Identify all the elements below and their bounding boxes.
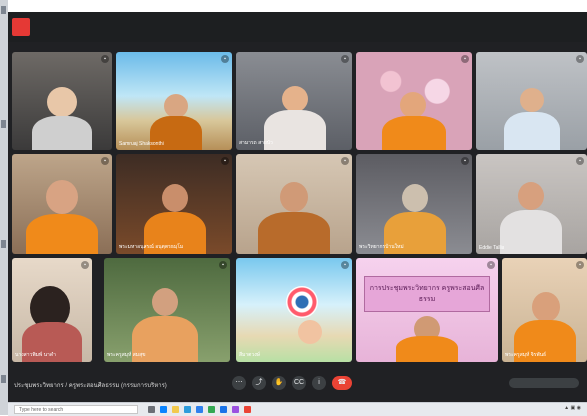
edge-icon[interactable]: [160, 406, 167, 413]
participant-body: [382, 116, 446, 150]
hand-icon[interactable]: ✋: [272, 376, 286, 390]
end-call-icon[interactable]: ☎: [332, 376, 352, 390]
participant-body: [258, 212, 330, 254]
app-icon[interactable]: [12, 18, 30, 36]
participant-head: [164, 94, 188, 118]
participant-name: พระครูสมุห์ จิรพันธ์: [505, 352, 547, 358]
system-tray: ▲ ▣ ◉: [564, 405, 581, 411]
mic-icon: ▪: [101, 157, 109, 165]
mic-icon: ▪: [576, 157, 584, 165]
participant-head: [518, 182, 544, 210]
task-view-icon[interactable]: [148, 406, 155, 413]
mic-icon: ▪: [576, 261, 584, 269]
screenshot-frame: ▪ Samruaj Shaksonthi ▪ สามารถ สายบัว ▪ ▪: [0, 0, 587, 416]
app-icon[interactable]: [244, 406, 251, 413]
participant-name: พระมหาอนุสรณ์ อนุตฺตรธมฺโม: [119, 244, 184, 250]
info-icon[interactable]: i: [312, 376, 326, 390]
participant-tile[interactable]: ▪: [12, 154, 112, 254]
participant-tile[interactable]: พระครูสมุห์ จิรพันธ์ ▪: [502, 258, 587, 362]
mic-icon: ▪: [221, 55, 229, 63]
mic-icon: ▪: [221, 157, 229, 165]
meeting-grid: ▪ Samruaj Shaksonthi ▪ สามารถ สายบัว ▪ ▪: [8, 42, 587, 402]
mail-icon[interactable]: [196, 406, 203, 413]
participant-name: Samruaj Shaksonthi: [119, 141, 164, 147]
left-edge-strip: [0, 0, 8, 415]
participant-name: Eddie Tallia: [479, 245, 505, 251]
participant-tile[interactable]: นางสาวพิมพ์ นาดำ ▪: [12, 258, 92, 362]
captions-icon[interactable]: CC: [292, 376, 306, 390]
window-titlebar: [8, 12, 587, 42]
participant-body: [264, 110, 326, 150]
participant-tile[interactable]: ▪: [476, 52, 587, 150]
participant-tile[interactable]: ▪: [236, 154, 352, 254]
mic-icon: ▪: [576, 55, 584, 63]
participant-head: [520, 88, 544, 112]
chrome-icon[interactable]: [208, 406, 215, 413]
strip-tick: [1, 120, 6, 128]
participant-head: [162, 184, 188, 212]
participant-tile[interactable]: สีมาตวงษ์ ▪: [236, 258, 352, 362]
participant-tile[interactable]: Samruaj Shaksonthi ▪: [116, 52, 232, 150]
mic-icon: ▪: [81, 261, 89, 269]
beach-ball-icon: [286, 286, 318, 318]
participant-tile[interactable]: สามารถ สายบัว ▪: [236, 52, 352, 150]
photos-icon[interactable]: [232, 406, 239, 413]
participant-head: [298, 320, 322, 344]
taskbar-search-input[interactable]: Type here to search: [14, 405, 138, 414]
participant-name: สีมาตวงษ์: [239, 352, 260, 358]
banner: การประชุมพระวิทยากร ครูพระสอนศีลธรรม: [364, 276, 490, 312]
store-icon[interactable]: [184, 406, 191, 413]
participant-body: [396, 336, 458, 362]
strip-tick: [1, 6, 6, 14]
participant-tile[interactable]: ▪: [356, 52, 472, 150]
participant-tile[interactable]: ▪: [12, 52, 112, 150]
banner-text: การประชุมพระวิทยากร ครูพระสอนศีลธรรม: [369, 285, 485, 303]
mic-icon: ▪: [341, 55, 349, 63]
participant-head: [47, 87, 77, 117]
present-icon[interactable]: ⤴: [252, 376, 266, 390]
participant-body: [32, 116, 92, 150]
word-icon[interactable]: [220, 406, 227, 413]
participant-tile[interactable]: การประชุมพระวิทยากร ครูพระสอนศีลธรรม ▪: [356, 258, 498, 362]
mic-icon: ▪: [101, 55, 109, 63]
participant-body: [500, 210, 562, 254]
participant-tile[interactable]: พระครูสมุห์ สมสุข ▪: [104, 258, 230, 362]
participant-name: พระครูสมุห์ สมสุข: [107, 352, 146, 358]
participant-head: [532, 292, 560, 322]
folder-icon[interactable]: [172, 406, 179, 413]
meeting-title: ประชุมพระวิทยากร / ครูพระสอนศีลธรรม (กรร…: [14, 383, 167, 389]
participant-head: [402, 184, 428, 212]
participant-name: สามารถ สายบัว: [239, 140, 273, 146]
participant-body: [26, 214, 98, 254]
participant-tile[interactable]: Eddie Tallia ▪: [476, 154, 587, 254]
mic-icon: ▪: [219, 261, 227, 269]
meeting-status-pill: [509, 378, 579, 388]
participant-head: [400, 92, 426, 118]
participant-body: [504, 112, 560, 150]
mic-icon: ▪: [341, 157, 349, 165]
more-icon[interactable]: ⋯: [232, 376, 246, 390]
taskbar: Type here to search ▲ ▣ ◉: [8, 402, 587, 416]
mic-icon: ▪: [461, 157, 469, 165]
strip-tick: [1, 375, 6, 383]
participant-head: [280, 182, 308, 212]
strip-tick: [1, 240, 6, 248]
participant-head: [46, 180, 78, 214]
meeting-controls-bar: ประชุมพระวิทยากร / ครูพระสอนศีลธรรม (กรร…: [8, 370, 587, 402]
mic-icon: ▪: [487, 261, 495, 269]
participant-name: พระวิทยากรบ้านใหม่: [359, 244, 404, 250]
participant-head: [152, 288, 178, 316]
participant-tile[interactable]: พระมหาอนุสรณ์ อนุตฺตรธมฺโม ▪: [116, 154, 232, 254]
mic-icon: ▪: [341, 261, 349, 269]
participant-name: นางสาวพิมพ์ นาดำ: [15, 352, 56, 358]
mic-icon: ▪: [461, 55, 469, 63]
participant-head: [282, 86, 308, 112]
participant-tile[interactable]: พระวิทยากรบ้านใหม่ ▪: [356, 154, 472, 254]
